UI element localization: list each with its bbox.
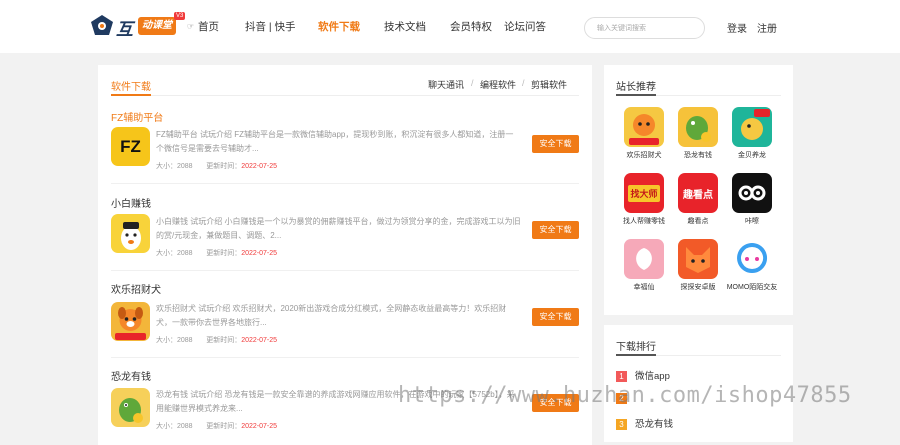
search-input[interactable] bbox=[584, 17, 705, 39]
row-divider bbox=[111, 270, 579, 271]
dino-app-icon bbox=[678, 107, 718, 147]
recommend-item[interactable]: 咔嚓 bbox=[726, 173, 778, 226]
recommend-item[interactable]: 探探安卓版 bbox=[672, 239, 724, 292]
recommend-title: 站长推荐 bbox=[616, 82, 656, 93]
item-meta: 大小：2088 更新时间：2022-07-25 bbox=[156, 423, 278, 430]
nav-douyin-kuaishou[interactable]: 抖音 | 快手 bbox=[245, 19, 296, 34]
recommend-item[interactable]: 找大师 找人帮赚零钱 bbox=[618, 173, 670, 226]
dog-app-icon bbox=[624, 107, 664, 147]
recommend-item[interactable]: 金贝养龙 bbox=[726, 107, 778, 160]
item-meta: 大小：2088 更新时间：2022-07-25 bbox=[156, 163, 278, 170]
recommend-panel: 站长推荐 欢乐招财犬 恐龙有钱 金贝养龙 找大师 找人帮赚零钱 趣看点 趣看点 bbox=[604, 65, 793, 315]
row-divider bbox=[111, 183, 579, 184]
item-meta: 大小：2088 更新时间：2022-07-25 bbox=[156, 250, 278, 257]
sublink-separator: / bbox=[471, 78, 474, 88]
nav-tech-docs[interactable]: 技术文档 bbox=[384, 19, 426, 34]
dragon-app-icon bbox=[732, 107, 772, 147]
register-link[interactable]: 注册 bbox=[757, 20, 777, 35]
logo-version-badge: V3 bbox=[174, 12, 186, 20]
momo-app-icon bbox=[732, 239, 772, 279]
fz-app-icon[interactable]: FZ bbox=[111, 127, 150, 166]
logo-text-hu: 互 bbox=[116, 20, 133, 39]
recommend-item[interactable]: 恐龙有钱 bbox=[672, 107, 724, 160]
item-title[interactable]: 恐龙有钱 bbox=[111, 368, 151, 383]
fox-app-icon bbox=[678, 239, 718, 279]
recommend-item[interactable]: 幸福仙 bbox=[618, 239, 670, 292]
sublink-programming[interactable]: 编程软件 bbox=[480, 78, 516, 91]
nav-software-download[interactable]: 软件下载 bbox=[318, 19, 360, 34]
site-logo[interactable]: 互 动课堂 V3 bbox=[90, 12, 186, 40]
item-title[interactable]: 小白赚钱 bbox=[111, 195, 151, 210]
recommend-item[interactable]: 趣看点 趣看点 bbox=[672, 173, 724, 226]
dino-app-icon[interactable] bbox=[111, 388, 150, 427]
row-divider bbox=[111, 357, 579, 358]
qukandian-icon: 趣看点 bbox=[678, 173, 718, 213]
watermark-text: https://www.huzhan.com/ishop47855 bbox=[398, 383, 852, 408]
logo-text-ketang: 动课堂 bbox=[138, 17, 176, 35]
item-description: FZ辅助平台 试玩介绍 FZ辅助平台是一款微信辅助app，提现秒到账，积沉淀有很… bbox=[156, 130, 514, 153]
zhao-dashi-icon: 找大师 bbox=[624, 173, 664, 213]
ranking-item[interactable]: 1 微信app bbox=[616, 368, 670, 382]
nav-vip[interactable]: 会员特权 bbox=[450, 19, 492, 34]
recommend-item[interactable]: 欢乐招财犬 bbox=[618, 107, 670, 160]
sublink-editing[interactable]: 剪辑软件 bbox=[531, 78, 567, 91]
sublink-chat[interactable]: 聊天通讯 bbox=[428, 78, 464, 91]
nav-home[interactable]: 首页 bbox=[198, 19, 219, 34]
item-description: 小白赚钱 试玩介绍 小白赚钱是一个以为暴赏的佣薪赚钱平台，做过为领赏分享的金，完… bbox=[156, 217, 521, 240]
dog-app-icon[interactable] bbox=[111, 302, 150, 341]
recommend-divider bbox=[616, 94, 781, 96]
kacha-icon bbox=[732, 173, 772, 213]
ranking-title: 下载排行 bbox=[616, 342, 656, 353]
item-title[interactable]: FZ辅助平台 bbox=[111, 109, 163, 124]
item-description: 欢乐招财犬 试玩介绍 欢乐招财犬，2020新出游戏合成分红模式，全网静态收益最高… bbox=[156, 304, 507, 327]
safe-download-button[interactable]: 安全下载 bbox=[532, 221, 579, 239]
recommend-item[interactable]: MOMO陌陌交友 bbox=[726, 239, 778, 292]
logo-mark-icon bbox=[91, 15, 113, 35]
safe-download-button[interactable]: 安全下载 bbox=[532, 308, 579, 326]
item-meta: 大小：2088 更新时间：2022-07-25 bbox=[156, 337, 278, 344]
top-header: 互 动课堂 V3 ☞ 首页 抖音 | 快手 软件下载 技术文档 会员特权 论坛问… bbox=[0, 0, 900, 53]
ranking-item[interactable]: 3 恐龙有钱 bbox=[616, 416, 673, 430]
safe-download-button[interactable]: 安全下载 bbox=[532, 135, 579, 153]
login-link[interactable]: 登录 bbox=[727, 20, 747, 35]
ranking-divider bbox=[616, 354, 781, 356]
item-title[interactable]: 欢乐招财犬 bbox=[111, 281, 161, 296]
section-title: 软件下载 bbox=[111, 82, 151, 93]
nav-forum[interactable]: 论坛问答 bbox=[504, 19, 546, 34]
sublink-separator: / bbox=[522, 78, 525, 88]
home-icon: ☞ bbox=[187, 22, 195, 31]
xiaobai-app-icon[interactable] bbox=[111, 214, 150, 253]
peach-app-icon bbox=[624, 239, 664, 279]
section-divider bbox=[111, 94, 579, 96]
